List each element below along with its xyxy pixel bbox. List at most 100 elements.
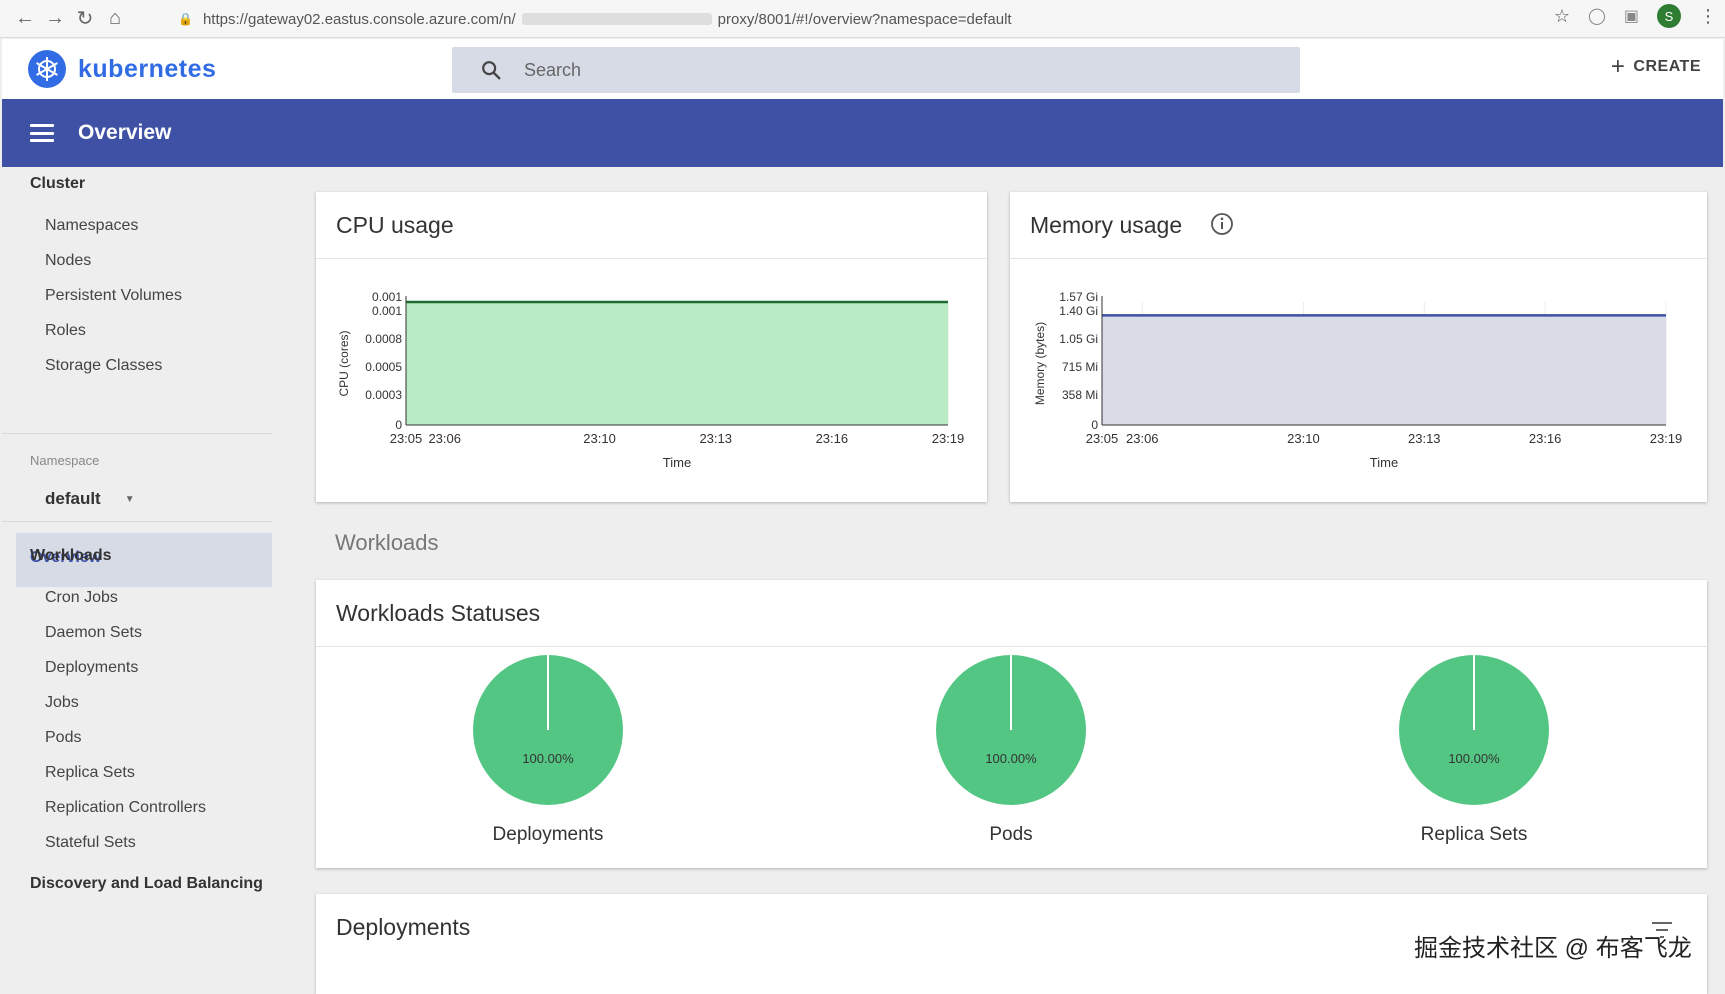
sidebar-item-stateful-sets[interactable]: Stateful Sets [45, 834, 136, 852]
url-end: proxy/8001/#!/overview?namespace=default [717, 10, 1012, 28]
kubernetes-logo[interactable]: kubernetes [28, 50, 216, 88]
y-tick-label: 0.0003 [365, 388, 402, 402]
memory-card-title: Memory usage [1030, 212, 1183, 238]
x-axis-label: Time [663, 455, 691, 470]
pie-label-deployments: Deployments [492, 824, 604, 845]
page-toolbar: Overview [2, 99, 1723, 167]
star-icon[interactable]: ☆ [1554, 6, 1570, 27]
y-tick-label: 0.001 [372, 304, 402, 318]
sidebar-item-storage-classes[interactable]: Storage Classes [45, 357, 162, 375]
x-tick-label: 23:10 [583, 431, 616, 446]
menu-icon[interactable] [30, 124, 54, 142]
sidebar-item-persistent-volumes[interactable]: Persistent Volumes [45, 287, 182, 305]
app-header: kubernetes Search + CREATE [2, 39, 1723, 99]
workloads-statuses-card: Workloads Statuses 100.00% 100.00% 100.00%… [316, 580, 1707, 868]
sidebar-item-deployments[interactable]: Deployments [45, 659, 138, 677]
sidebar-item-replica-sets[interactable]: Replica Sets [45, 764, 135, 782]
create-button[interactable]: + CREATE [1611, 55, 1701, 79]
card-divider [1010, 258, 1707, 259]
search-placeholder: Search [524, 59, 582, 80]
statuses-card-title: Workloads Statuses [336, 600, 541, 626]
x-tick-label: 23:13 [1408, 431, 1441, 446]
pie-percent-label: 100.00% [985, 751, 1037, 766]
reload-icon[interactable]: ↻ [70, 4, 100, 34]
lock-icon: 🔒 [178, 12, 193, 26]
sidebar-item-namespaces[interactable]: Namespaces [45, 217, 138, 235]
sidebar-item-cron-jobs[interactable]: Cron Jobs [45, 589, 118, 607]
y-tick-label: 1.05 Gi [1059, 332, 1098, 346]
sidebar-section-cluster[interactable]: Cluster [30, 175, 85, 193]
area-fill [1102, 315, 1666, 425]
sidebar-divider [2, 433, 272, 434]
y-tick-label: 358 Mi [1062, 388, 1098, 402]
pie-percent-label: 100.00% [1448, 751, 1500, 766]
y-tick-label: 715 Mi [1062, 360, 1098, 374]
y-tick-label: 0.0005 [365, 360, 402, 374]
y-tick-label: 0.0008 [365, 332, 402, 346]
y-tick-label: 0 [395, 418, 402, 432]
address-bar[interactable]: 🔒 https://gateway02.eastus.console.azure… [178, 6, 1558, 32]
sidebar-item-daemon-sets[interactable]: Daemon Sets [45, 624, 142, 642]
x-tick-label: 23:16 [816, 431, 849, 446]
area-fill [406, 302, 948, 425]
sidebar-item-pods[interactable]: Pods [45, 729, 81, 747]
sidebar: Cluster Namespaces Nodes Persistent Volu… [2, 167, 272, 984]
x-tick-label: 23:06 [428, 431, 461, 446]
helm-wheel-icon [28, 50, 66, 88]
y-tick-label: 0.001 [372, 290, 402, 304]
y-axis-label: Memory (bytes) [1033, 322, 1047, 405]
x-axis-label: Time [1370, 455, 1398, 470]
deployments-card-title: Deployments [336, 914, 471, 940]
pie-percent-label: 100.00% [522, 751, 574, 766]
sidebar-section-workloads[interactable]: Workloads [30, 547, 112, 565]
sidebar-item-nodes[interactable]: Nodes [45, 252, 91, 270]
x-tick-label: 23:05 [390, 431, 423, 446]
sidebar-item-jobs[interactable]: Jobs [45, 694, 79, 712]
profile-avatar[interactable]: S [1657, 4, 1681, 28]
page-title: Overview [78, 121, 172, 144]
sidebar-item-replication-controllers[interactable]: Replication Controllers [45, 799, 206, 817]
y-tick-label: 0 [1091, 418, 1098, 432]
x-tick-label: 23:05 [1086, 431, 1119, 446]
browser-toolbar: ← → ↻ ⌂ 🔒 https://gateway02.eastus.conso… [0, 0, 1725, 38]
home-icon[interactable]: ⌂ [100, 4, 130, 34]
workloads-section-label: Workloads [335, 530, 439, 555]
card-divider [316, 646, 1707, 647]
forward-arrow-icon[interactable]: → [40, 4, 70, 34]
y-tick-label: 1.57 Gi [1059, 290, 1098, 304]
cpu-usage-chart: 0 0.0003 0.0005 0.0008 0.0010.001 23:05 23:06 2… [337, 290, 965, 470]
x-tick-label: 23:06 [1126, 431, 1159, 446]
info-icon[interactable] [1210, 212, 1234, 236]
create-label: CREATE [1633, 58, 1701, 75]
x-tick-label: 23:10 [1287, 431, 1320, 446]
search-icon [482, 61, 501, 80]
namespace-select[interactable]: default ▼ [45, 489, 135, 509]
pie-label-replica-sets: Replica Sets [1420, 824, 1528, 845]
logo-text: kubernetes [78, 54, 217, 83]
dropdown-caret-icon: ▼ [124, 493, 135, 505]
plus-icon: + [1610, 53, 1626, 80]
memory-usage-card: Memory usage 0 358 Mi 715 Mi 1.05 Gi 1.40 Gi… [1010, 192, 1707, 502]
cpu-usage-card: CPU usage 0 0.0003 0.0005 0.0008 0.001 0.001 2… [316, 192, 987, 502]
status-pies: 100.00% 100.00% 100.00% [473, 655, 1549, 805]
sidebar-section-discovery[interactable]: Discovery and Load Balancing [30, 875, 263, 893]
watermark-text: 掘金技术社区 @ 布客飞龙 [1414, 935, 1692, 962]
url-redacted [521, 13, 712, 25]
y-axis-label: CPU (cores) [337, 330, 351, 396]
back-arrow-icon[interactable]: ← [10, 4, 40, 34]
cast-icon[interactable]: ▣ [1624, 6, 1639, 26]
sidebar-item-roles[interactable]: Roles [45, 322, 86, 340]
namespace-label: Namespace [30, 453, 100, 468]
more-menu-icon[interactable]: ⋮ [1699, 6, 1717, 27]
namespace-value: default [45, 489, 101, 508]
x-tick-label: 23:19 [1650, 431, 1683, 446]
url-start: https://gateway02.eastus.console.azure.c… [202, 10, 516, 28]
search-input[interactable]: Search [452, 47, 1300, 93]
x-tick-label: 23:19 [932, 431, 965, 446]
x-tick-label: 23:16 [1529, 431, 1562, 446]
y-tick-label: 1.40 Gi [1059, 304, 1098, 318]
pie-label-pods: Pods [989, 824, 1033, 845]
x-tick-label: 23:13 [699, 431, 732, 446]
memory-usage-chart: 0 358 Mi 715 Mi 1.05 Gi 1.40 Gi1.57 Gi 23:05 2… [1033, 290, 1683, 470]
extension-icon[interactable]: ◯ [1588, 6, 1606, 26]
